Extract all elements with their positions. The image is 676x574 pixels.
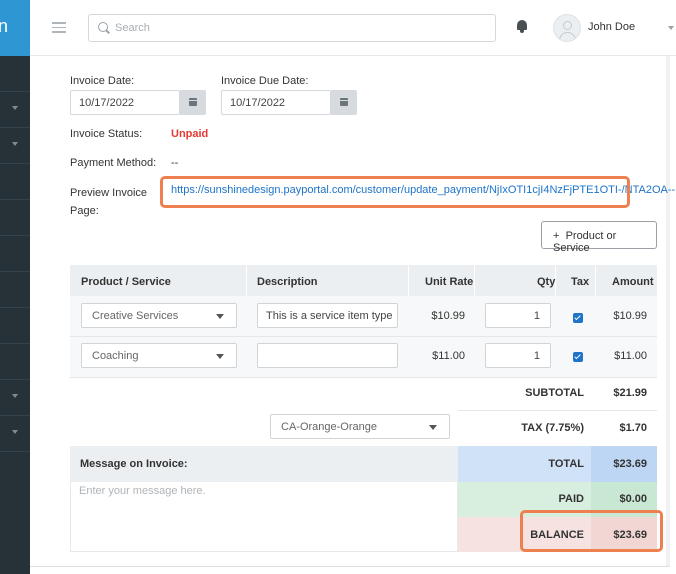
sidebar-item[interactable] — [0, 200, 30, 236]
caret-down-icon — [429, 425, 437, 430]
description-input[interactable] — [257, 343, 398, 368]
sidebar-item[interactable] — [0, 380, 30, 416]
sidebar-item[interactable] — [0, 128, 30, 164]
qty-input[interactable]: 1 — [485, 303, 551, 328]
plus-icon: + — [553, 230, 560, 242]
brand-logo[interactable]: n — [0, 0, 30, 56]
sidebar-item[interactable] — [0, 272, 30, 308]
sidebar-item[interactable] — [0, 56, 30, 92]
tax-region-value: CA-Orange-Orange — [281, 421, 377, 433]
sidebar-item[interactable] — [0, 236, 30, 272]
sidebar-item[interactable] — [0, 416, 30, 452]
status-value: Unpaid — [171, 128, 209, 140]
add-product-label: Product or Service — [553, 230, 617, 254]
tax-label: TAX (7.75%) — [521, 422, 584, 434]
unit-rate-value: $10.99 — [431, 310, 465, 322]
sidebar-item[interactable] — [0, 92, 30, 128]
product-select[interactable]: Coaching — [81, 343, 237, 368]
sidebar-item[interactable] — [0, 164, 30, 200]
search-input[interactable] — [115, 20, 475, 36]
paid-label: PAID — [558, 493, 584, 505]
column-header-qty: Qty — [537, 276, 556, 288]
due-date-field[interactable]: 10/17/2022 — [221, 90, 331, 115]
divider — [70, 377, 657, 378]
tax-checkbox[interactable] — [573, 313, 583, 323]
add-product-button[interactable]: + Product or Service — [541, 221, 657, 254]
total-value: $23.69 — [613, 458, 647, 470]
user-name[interactable]: John Doe — [588, 21, 635, 33]
chevron-down-icon — [12, 106, 18, 110]
product-select[interactable]: Creative Services — [81, 303, 237, 328]
status-label: Invoice Status: — [70, 128, 143, 140]
column-header-description: Description — [257, 276, 318, 288]
divider — [30, 566, 670, 567]
description-input[interactable]: This is a service item type — [257, 303, 398, 328]
calendar-button[interactable] — [180, 90, 206, 115]
qty-input[interactable]: 1 — [485, 343, 551, 368]
column-header-product: Product / Service — [81, 276, 171, 288]
highlight-box — [520, 510, 663, 552]
invoice-date-label: Invoice Date: — [70, 75, 135, 87]
total-label: TOTAL — [548, 458, 584, 470]
amount-value: $11.00 — [614, 350, 647, 362]
payment-method-label: Payment Method: — [70, 157, 157, 169]
chevron-down-icon — [12, 142, 18, 146]
payment-method-value: -- — [171, 157, 179, 169]
sidebar: n — [0, 0, 30, 574]
column-header-amount: Amount — [612, 276, 654, 288]
paid-value: $0.00 — [619, 493, 647, 505]
subtotal-value: $21.99 — [613, 387, 647, 399]
calendar-icon — [340, 98, 348, 106]
caret-down-icon — [216, 314, 224, 319]
column-header-tax: Tax — [571, 276, 590, 288]
message-title: Message on Invoice: — [80, 458, 188, 470]
chevron-down-icon[interactable] — [668, 26, 674, 30]
chevron-down-icon — [12, 394, 18, 398]
unit-rate-value: $11.00 — [432, 350, 465, 362]
divider — [458, 410, 657, 411]
highlight-box — [160, 176, 630, 208]
tax-value: $1.70 — [619, 422, 647, 434]
preview-label: Preview Invoice Page: — [70, 187, 148, 217]
sidebar-item[interactable] — [0, 308, 30, 344]
calendar-button[interactable] — [331, 90, 357, 115]
tax-checkbox[interactable] — [573, 352, 583, 362]
product-select-value: Coaching — [92, 350, 139, 362]
bell-icon[interactable] — [516, 19, 528, 33]
calendar-icon — [189, 98, 197, 106]
due-date-label: Invoice Due Date: — [221, 75, 309, 87]
subtotal-label: SUBTOTAL — [525, 387, 584, 399]
caret-down-icon — [216, 354, 224, 359]
message-textarea[interactable] — [70, 482, 458, 552]
search-box[interactable] — [88, 14, 496, 42]
avatar[interactable] — [553, 14, 581, 42]
top-bar: John Doe — [30, 0, 676, 56]
chevron-down-icon — [12, 430, 18, 434]
product-select-value: Creative Services — [92, 310, 179, 322]
search-icon — [98, 22, 108, 32]
sidebar-item[interactable] — [0, 344, 30, 380]
scrollbar[interactable] — [666, 56, 670, 566]
tax-region-select[interactable]: CA-Orange-Orange — [270, 414, 450, 439]
column-header-unit-rate: Unit Rate — [425, 276, 474, 288]
amount-value: $10.99 — [613, 310, 647, 322]
invoice-date-field[interactable]: 10/17/2022 — [70, 90, 180, 115]
menu-icon[interactable] — [52, 22, 66, 36]
